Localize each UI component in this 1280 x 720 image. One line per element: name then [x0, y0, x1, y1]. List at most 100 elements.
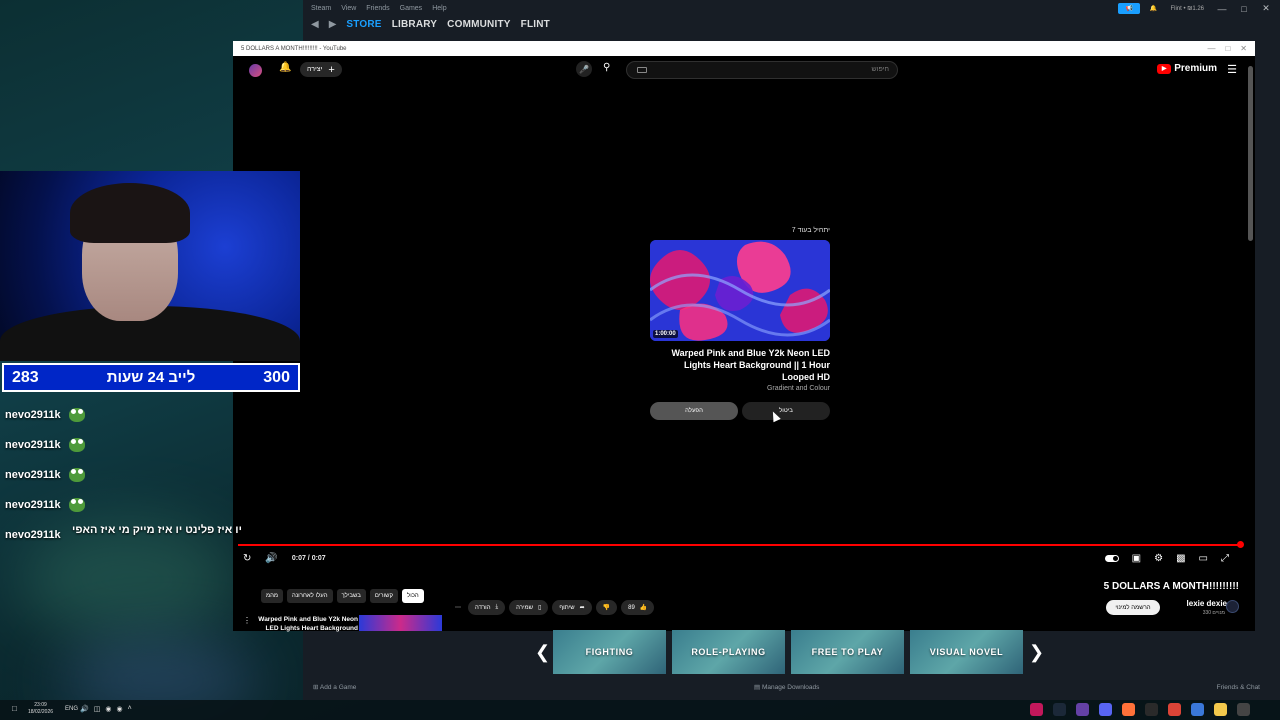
bell-icon[interactable]: 🔔: [279, 62, 291, 73]
speaker-icon[interactable]: 🔊: [80, 705, 89, 713]
close-icon[interactable]: ✕: [1258, 3, 1274, 14]
autoplay-toggle[interactable]: [1104, 555, 1119, 562]
download-icon: ⤓: [495, 604, 499, 610]
back-arrow-icon[interactable]: ◀: [311, 19, 319, 30]
keyboard-icon[interactable]: [637, 67, 647, 73]
chip[interactable]: בשבילך: [336, 589, 366, 603]
notification-icon[interactable]: □: [12, 704, 17, 713]
chat-user: nevo2911k: [5, 409, 61, 421]
webcam-person-hair: [70, 183, 190, 243]
forward-arrow-icon[interactable]: ▶: [329, 19, 337, 30]
steam-menu-item[interactable]: Games: [400, 5, 423, 12]
clock[interactable]: 23:09 18/02/2026: [28, 702, 53, 716]
related-video-title[interactable]: Warped Pink and Blue Y2k Neon LED Lights…: [254, 615, 358, 633]
chip[interactable]: העלו לאחרונה: [287, 589, 333, 603]
chip[interactable]: קשורים: [369, 589, 399, 603]
app-icon[interactable]: [1237, 703, 1250, 716]
genre-tile[interactable]: FREE TO PLAY: [791, 630, 904, 674]
carousel-next-icon[interactable]: ❯: [1029, 642, 1044, 663]
replay-icon[interactable]: ↻: [243, 553, 251, 564]
fullscreen-icon[interactable]: ⤢: [1221, 553, 1229, 564]
subscribe-button[interactable]: הרשמה למינוי: [1106, 600, 1160, 615]
chat-user: nevo2911k: [5, 469, 61, 481]
system-tray: 🔊 ◫ ◉ ◉ ˄: [80, 705, 132, 713]
downloads-button[interactable]: ▤ Manage Downloads: [754, 683, 819, 691]
more-button[interactable]: ⋯: [452, 600, 464, 615]
steam-menu-item[interactable]: View: [341, 5, 356, 12]
download-button[interactable]: הורדה ⤓: [468, 600, 506, 615]
theater-icon[interactable]: ▭: [1199, 553, 1208, 564]
cancel-button[interactable]: ביטול: [742, 402, 830, 420]
genre-tile[interactable]: VISUAL NOVEL: [910, 630, 1023, 674]
folder-app-icon[interactable]: [1214, 703, 1227, 716]
nav-library[interactable]: LIBRARY: [392, 19, 437, 30]
notification-icon[interactable]: 🔔: [1146, 3, 1160, 14]
share-label: שיתוף: [559, 604, 575, 611]
tray-app-icon[interactable]: ◉: [105, 705, 111, 713]
webcam-feed: [0, 171, 300, 361]
controls-right: ▣ ⚙ ▩ ▭ ⤢: [1104, 553, 1229, 564]
app-icon[interactable]: [1191, 703, 1204, 716]
progress-bar[interactable]: [238, 544, 1243, 546]
steam-menu-item[interactable]: Friends: [366, 5, 389, 12]
add-game-button[interactable]: ⊞ Add a Game: [313, 683, 356, 691]
search-icon[interactable]: ⚲: [603, 62, 610, 73]
chrome-app-icon[interactable]: [1168, 703, 1181, 716]
like-button[interactable]: 89 👍: [621, 600, 655, 615]
app-icon[interactable]: [1030, 703, 1043, 716]
more-vertical-icon[interactable]: ⋮: [243, 616, 251, 625]
chip-active[interactable]: הכול: [402, 589, 424, 603]
search-input[interactable]: חיפוש: [626, 61, 898, 79]
upnext-thumbnail[interactable]: 1:00:00: [650, 240, 830, 341]
friends-chat-button[interactable]: Friends & Chat: [1217, 684, 1260, 691]
player-controls: ↻ 🔊 0:07 / 0:07 ▣ ⚙ ▩ ▭ ⤢: [233, 551, 1255, 569]
play-now-button[interactable]: הפעלה: [650, 402, 738, 420]
minimize-icon[interactable]: —: [1207, 44, 1215, 53]
channel-avatar[interactable]: [1226, 600, 1239, 613]
genre-tile[interactable]: FIGHTING: [553, 630, 666, 674]
app-icon[interactable]: [1076, 703, 1089, 716]
miniplayer-icon[interactable]: ▩: [1176, 553, 1185, 564]
steam-menu-item[interactable]: Help: [432, 5, 446, 12]
chat-user: nevo2911k: [5, 499, 61, 511]
firefox-app-icon[interactable]: [1122, 703, 1135, 716]
related-video-thumbnail[interactable]: [359, 615, 442, 631]
discord-app-icon[interactable]: [1099, 703, 1112, 716]
chevron-up-icon[interactable]: ˄: [128, 705, 132, 713]
language-indicator[interactable]: ENG: [65, 706, 78, 712]
youtube-logo[interactable]: ▶ Premium: [1157, 63, 1217, 74]
nav-store[interactable]: STORE: [346, 19, 381, 30]
upnext-title[interactable]: Warped Pink and Blue Y2k Neon LED Lights…: [650, 347, 830, 383]
progress-scrubber[interactable]: [1237, 541, 1244, 548]
tray-app-icon[interactable]: ◉: [116, 705, 122, 713]
carousel-prev-icon[interactable]: ❮: [535, 642, 550, 663]
nav-profile[interactable]: FLINT: [521, 19, 550, 30]
chip[interactable]: מהמ: [261, 589, 284, 603]
genre-tile[interactable]: ROLE-PLAYING: [672, 630, 785, 674]
dislike-button[interactable]: 👎: [595, 600, 618, 615]
scrollbar[interactable]: [1248, 66, 1253, 241]
steam-app-icon[interactable]: [1053, 703, 1066, 716]
create-label: יצירה: [307, 66, 323, 73]
minimize-icon[interactable]: —: [1214, 4, 1230, 14]
save-button[interactable]: שמירה ▯: [509, 600, 549, 615]
nav-community[interactable]: COMMUNITY: [447, 19, 510, 30]
network-icon[interactable]: ◫: [94, 705, 101, 713]
menu-icon[interactable]: ☰: [1227, 63, 1237, 76]
app-icon[interactable]: [1145, 703, 1158, 716]
user-menu[interactable]: Flint • ₪1.26: [1166, 3, 1208, 14]
steam-menu-item[interactable]: Steam: [311, 5, 331, 12]
broadcast-button[interactable]: 📢: [1118, 3, 1141, 14]
settings-gear-icon[interactable]: ⚙: [1154, 553, 1163, 564]
subtitles-icon[interactable]: ▣: [1132, 553, 1141, 564]
share-button[interactable]: שיתוף ➦: [552, 600, 592, 615]
volume-icon[interactable]: 🔊: [265, 553, 277, 564]
close-icon[interactable]: ✕: [1240, 44, 1247, 53]
create-button[interactable]: יצירה +: [300, 62, 342, 77]
channel-name[interactable]: lexie dexie: [1187, 599, 1227, 608]
avatar[interactable]: [249, 64, 262, 77]
mic-icon[interactable]: 🎤: [576, 61, 592, 77]
maximize-icon[interactable]: □: [1236, 4, 1252, 14]
add-game-label: Add a Game: [319, 684, 357, 691]
maximize-icon[interactable]: □: [1225, 44, 1230, 53]
